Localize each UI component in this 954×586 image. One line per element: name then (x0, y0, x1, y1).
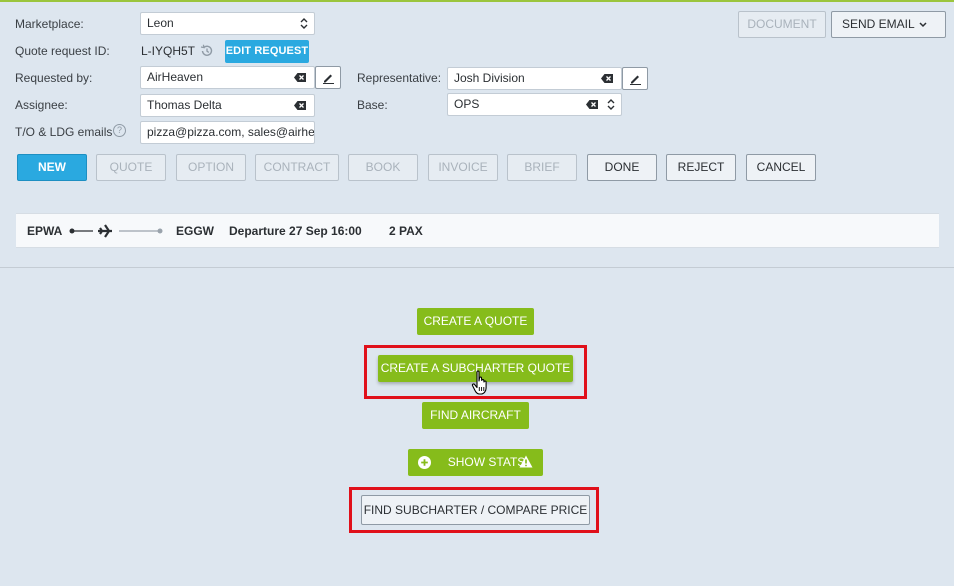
requested-by-value: AirHeaven (147, 70, 204, 84)
section-divider (0, 267, 954, 268)
base-label: Base: (357, 98, 388, 112)
status-book-button[interactable]: BOOK (348, 154, 418, 181)
route-line-icon (69, 224, 163, 238)
pencil-icon (630, 75, 641, 85)
send-email-button[interactable]: SEND EMAIL (831, 11, 946, 38)
edit-requested-by-button[interactable] (315, 66, 341, 89)
base-value: OPS (454, 97, 480, 111)
clear-icon[interactable] (586, 100, 598, 109)
show-stats-button[interactable]: SHOW STATS (408, 449, 543, 476)
marketplace-label: Marketplace: (15, 17, 84, 31)
edit-representative-button[interactable] (622, 67, 648, 90)
assignee-label: Assignee: (15, 98, 68, 112)
emails-value: pizza@pizza.com, sales@airhe (147, 125, 315, 139)
plus-circle-icon (418, 456, 431, 469)
requested-by-field[interactable]: AirHeaven (140, 66, 315, 89)
clear-icon[interactable] (294, 73, 306, 82)
representative-label: Representative: (357, 71, 442, 85)
status-reject-button[interactable]: REJECT (666, 154, 736, 181)
select-arrows-icon (607, 99, 615, 110)
status-quote-button[interactable]: QUOTE (96, 154, 166, 181)
route-summary: EPWA EGGW Departure 27 Sep 16:00 2 PAX (16, 213, 939, 248)
find-aircraft-button[interactable]: FIND AIRCRAFT (422, 402, 529, 429)
quote-request-id-label: Quote request ID: (15, 44, 110, 58)
history-icon[interactable] (199, 44, 214, 58)
hand-cursor-icon (471, 370, 487, 395)
help-icon[interactable]: ? (113, 124, 126, 137)
create-quote-button[interactable]: CREATE A QUOTE (417, 308, 534, 335)
chevron-down-icon (919, 22, 927, 28)
marketplace-value: Leon (147, 16, 174, 30)
representative-field[interactable]: Josh Division (447, 67, 622, 90)
assignee-field[interactable]: Thomas Delta (140, 94, 315, 117)
status-done-button[interactable]: DONE (587, 154, 657, 181)
status-new-button[interactable]: NEW (17, 154, 87, 181)
top-accent-line (0, 0, 954, 2)
clear-icon[interactable] (601, 74, 613, 83)
route-to: EGGW (176, 224, 214, 238)
pencil-icon (323, 74, 334, 84)
warning-icon (519, 455, 533, 468)
representative-value: Josh Division (454, 71, 525, 85)
emails-label: T/O & LDG emails (15, 125, 113, 139)
status-invoice-button[interactable]: INVOICE (428, 154, 498, 181)
route-departure: Departure 27 Sep 16:00 (229, 224, 362, 238)
status-option-button[interactable]: OPTION (176, 154, 246, 181)
base-select[interactable]: OPS (447, 93, 622, 116)
status-cancel-button[interactable]: CANCEL (746, 154, 816, 181)
requested-by-label: Requested by: (15, 71, 93, 85)
route-from: EPWA (27, 224, 63, 238)
quote-request-id-value: L-IYQH5T (141, 44, 196, 58)
select-arrows-icon (300, 18, 308, 29)
route-pax: 2 PAX (389, 224, 423, 238)
marketplace-select[interactable]: Leon (140, 12, 315, 35)
document-button[interactable]: DOCUMENT (738, 11, 826, 38)
assignee-value: Thomas Delta (147, 98, 222, 112)
status-brief-button[interactable]: BRIEF (507, 154, 577, 181)
find-subcharter-compare-price-button[interactable]: FIND SUBCHARTER / COMPARE PRICE (361, 495, 590, 525)
status-contract-button[interactable]: CONTRACT (255, 154, 339, 181)
clear-icon[interactable] (294, 101, 306, 110)
emails-field[interactable]: pizza@pizza.com, sales@airhe (140, 121, 315, 144)
show-stats-label: SHOW STATS (447, 455, 526, 469)
send-email-label: SEND EMAIL (842, 17, 915, 31)
edit-request-button[interactable]: EDIT REQUEST (225, 40, 309, 63)
